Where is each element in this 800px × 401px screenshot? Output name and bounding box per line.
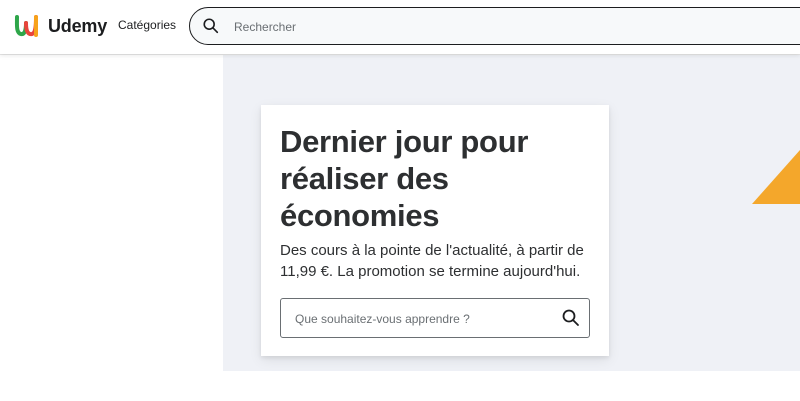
- search-icon[interactable]: [202, 17, 220, 35]
- promo-description-line: 11,99 €. La promotion se termine aujourd…: [280, 263, 581, 280]
- udemy-logo-icon: [14, 15, 38, 37]
- header-search-bar[interactable]: [189, 7, 800, 45]
- udemy-logo[interactable]: Udemy: [12, 11, 107, 41]
- categories-menu[interactable]: Catégories: [118, 18, 176, 32]
- hero-search-field[interactable]: [280, 298, 590, 338]
- promo-description: Des cours à la pointe de l'actualité, à …: [280, 240, 590, 282]
- promo-title-line: économies: [280, 198, 440, 233]
- hero-search-input[interactable]: [293, 307, 547, 331]
- promo-title-line: Dernier jour pour: [280, 124, 529, 159]
- promo-title-line: réaliser des: [280, 161, 449, 196]
- search-icon[interactable]: [561, 308, 581, 328]
- hero-decorative-shape: [752, 150, 800, 204]
- promo-description-line: Des cours à la pointe de l'actualité, à …: [280, 242, 584, 259]
- brand-name: Udemy: [48, 15, 108, 36]
- promo-title: Dernier jour pour réaliser des économies: [280, 123, 590, 234]
- promo-card: Dernier jour pour réaliser des économies…: [261, 105, 609, 356]
- header-search-input[interactable]: [232, 14, 616, 40]
- top-navigation-bar: Udemy Catégories: [0, 0, 800, 54]
